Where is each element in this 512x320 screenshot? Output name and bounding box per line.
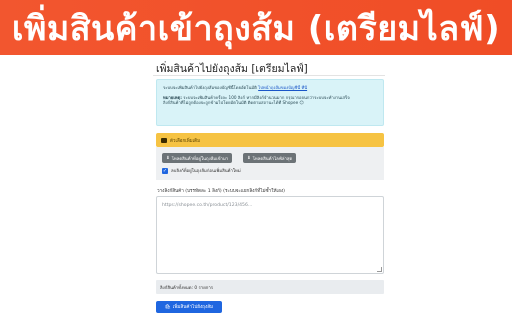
options-panel [156, 147, 384, 180]
load-latest-label: โหลดสินค้าไลฟ์ล่าสุด [252, 156, 293, 162]
links-textarea[interactable]: https://shopee.co.th/product/123/456... [156, 196, 384, 274]
resize-handle[interactable] [377, 267, 382, 272]
note-label: หมายเหตุ: [163, 94, 182, 100]
link-count-status: ลิงก์สินค้าทั้งหมด: 0 รายการ [156, 280, 384, 294]
note-text: ระบบจะเพิ่มสินค้าครั้งละ 100 ลิงก์ หากมี… [183, 94, 350, 100]
load-latest-live-button[interactable]: ⬇ โหลดสินค้าไลฟ์ล่าสุด [243, 153, 297, 163]
add-to-bag-label: เพิ่มสินค้าไปยังถุงส้ม [172, 304, 214, 310]
options-header[interactable]: ตัวเลือกเพิ่มเติม [156, 133, 384, 147]
banner-title: เพิ่มสินค้าเข้าถุงส้ม (เตรียมไลฟ์) [11, 8, 501, 49]
links-placeholder: https://shopee.co.th/product/123/456... [162, 203, 253, 208]
title-divider [153, 75, 385, 76]
banner: เพิ่มสินค้าเข้าถุงส้ม (เตรียมไลฟ์) [0, 0, 512, 55]
clear-before-add-checkbox[interactable]: ✓ [162, 167, 168, 174]
card-icon [161, 137, 167, 143]
download-icon: ⬇ [247, 155, 251, 161]
info-line-3: ลิงก์สินค้าที่ไม่ถูกต้องจะถูกข้ามไปโดยอั… [163, 100, 304, 106]
bag-icon: 🛍 [164, 304, 171, 310]
options-header-label: ตัวเลือกเพิ่มเติม [170, 138, 201, 144]
clear-before-add-option[interactable]: ✓ ลบลิงก์ที่อยู่ในถุงส้มก่อนเพิ่มสินค้าใ… [162, 167, 241, 174]
clear-before-add-label: ลบลิงก์ที่อยู่ในถุงส้มก่อนเพิ่มสินค้าใหม… [171, 169, 241, 174]
links-field-label: วางลิงก์สินค้า (บรรทัดละ 1 ลิงก์) (ระบบจ… [157, 189, 285, 194]
load-bag-button[interactable]: ⬇ โหลดสินค้าที่อยู่ในถุงส้มเข้ามา [162, 153, 233, 163]
load-bag-label: โหลดสินค้าที่อยู่ในถุงส้มเข้ามา [171, 156, 229, 162]
link-count-text: ลิงก์สินค้าทั้งหมด: 0 รายการ [160, 285, 214, 291]
download-icon: ⬇ [166, 155, 170, 161]
info-text-1: ระบบจะเพิ่มสินค้าไปยังถุงส้มของบัญชีนี้โ… [163, 85, 257, 90]
account-bag-link[interactable]: ไปหน้าถุงส้มของบัญชีนี้ ที่นี่ [258, 85, 307, 90]
info-alert: ระบบจะเพิ่มสินค้าไปยังถุงส้มของบัญชีนี้โ… [156, 79, 384, 126]
add-to-bag-button[interactable]: 🛍 เพิ่มสินค้าไปยังถุงส้ม [156, 301, 222, 313]
